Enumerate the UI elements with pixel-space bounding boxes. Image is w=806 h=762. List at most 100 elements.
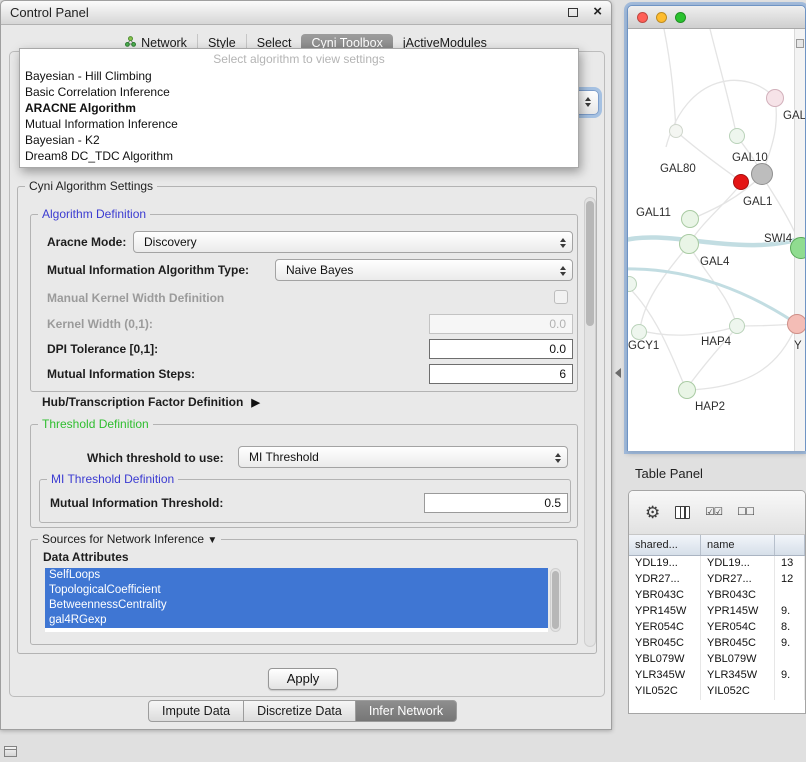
table-cell[interactable]: YER054C [629,620,701,636]
which-threshold-select[interactable]: MI Threshold [238,446,568,468]
attribute-item-topologicalcoefficient[interactable]: TopologicalCoefficient [45,583,548,598]
panel-corner-icon[interactable] [4,746,17,757]
kernel-width-field[interactable] [429,314,573,334]
network-node[interactable] [631,324,647,340]
table-cell[interactable]: 12 [775,572,805,588]
network-node[interactable] [790,237,805,259]
table-cell[interactable]: 9. [775,668,805,684]
table-row[interactable]: YBR045CYBR045C9. [629,636,805,652]
bottom-tab-impute-data[interactable]: Impute Data [148,700,244,722]
table-cell[interactable]: YBL079W [701,652,775,668]
table-cell[interactable]: YBL079W [629,652,701,668]
algorithm-option-basic-correlation-inference[interactable]: Basic Correlation Inference [20,84,578,100]
table-cell[interactable]: 8. [775,620,805,636]
table-cell[interactable] [775,588,805,604]
column-header-extra[interactable] [775,535,805,555]
table-cell[interactable]: YLR345W [629,668,701,684]
gear-icon[interactable]: ⚙ [645,504,660,521]
table-cell[interactable]: YDR27... [629,572,701,588]
table-row[interactable]: YBL079WYBL079W [629,652,805,668]
settings-scrollbar[interactable] [584,197,596,647]
table-cell[interactable]: YIL052C [701,684,775,700]
table-cell[interactable]: YPR145W [701,604,775,620]
network-node[interactable] [766,89,784,107]
attribute-item-betweennesscentrality[interactable]: BetweennessCentrality [45,598,548,613]
table-cell[interactable]: YPR145W [629,604,701,620]
deselect-all-columns-icon[interactable]: ☐☐ [737,507,754,518]
bottom-tab-discretize-data[interactable]: Discretize Data [243,700,356,722]
algorithm-option-aracne-algorithm[interactable]: ARACNE Algorithm [20,100,578,116]
hub-definition-toggle[interactable]: Hub/Transcription Factor Definition ▶ [42,395,260,409]
mi-threshold-field[interactable] [424,493,568,513]
divider-collapse-icon[interactable] [615,368,621,378]
table-cell[interactable]: 9. [775,604,805,620]
dpi-tolerance-field[interactable] [429,339,573,359]
table-row[interactable]: YIL052CYIL052C [629,684,805,700]
control-panel-titlebar[interactable]: Control Panel × [1,1,611,25]
algorithm-option-mutual-information-inference[interactable]: Mutual Information Inference [20,116,578,132]
attributes-list-scrollbar[interactable] [550,568,561,632]
table-cell[interactable]: YBR045C [701,636,775,652]
node-label-hap4: HAP4 [701,336,731,348]
table-cell[interactable]: YDR27... [701,572,775,588]
sources-group-title[interactable]: Sources for Network Inference ▼ [38,532,221,546]
select-all-columns-icon[interactable]: ☑☑ [705,507,722,518]
table-cell[interactable]: YBR045C [629,636,701,652]
table-cell[interactable]: 9. [775,636,805,652]
close-window-icon[interactable]: × [593,3,602,20]
attribute-item-gal4rgexp[interactable]: gal4RGexp [45,613,548,628]
table-cell[interactable]: YDL19... [701,556,775,572]
network-node[interactable] [679,234,699,254]
minimize-traffic-light-icon[interactable] [656,12,667,23]
column-header-shared[interactable]: shared... [629,535,701,555]
table-cell[interactable]: YBR043C [701,588,775,604]
table-cell[interactable]: YBR043C [629,588,701,604]
mi-type-select[interactable]: Naive Bayes [275,259,573,281]
column-header-name[interactable]: name [701,535,775,555]
node-label-gal10: GAL10 [732,152,768,164]
table-cell[interactable] [775,684,805,700]
network-scrollbar-button[interactable] [796,39,804,48]
float-window-icon[interactable] [568,8,578,17]
algorithm-option-dream8-dc-tdc-algorithm[interactable]: Dream8 DC_TDC Algorithm [20,148,578,164]
table-row[interactable]: YER054CYER054C8. [629,620,805,636]
node-label-gal1: GAL1 [743,196,772,208]
manual-kernel-checkbox[interactable] [554,290,568,304]
table-row[interactable]: YPR145WYPR145W9. [629,604,805,620]
network-view-window: GALGAL80GAL10GAL1GAL11SWI4GAL4GCY1HAP4HA… [627,5,806,451]
table-cell[interactable] [775,652,805,668]
bottom-tab-infer-network[interactable]: Infer Network [355,700,457,722]
table-cell[interactable]: 13 [775,556,805,572]
table-cell[interactable]: YIL052C [629,684,701,700]
columns-icon[interactable] [675,506,690,519]
network-node[interactable] [787,314,805,334]
table-cell[interactable]: YLR345W [701,668,775,684]
network-window-titlebar[interactable] [628,6,805,29]
network-node[interactable] [729,318,745,334]
algorithm-option-bayesian-hill-climbing[interactable]: Bayesian - Hill Climbing [20,68,578,84]
apply-button[interactable]: Apply [268,668,338,690]
algorithm-option-bayesian-k2[interactable]: Bayesian - K2 [20,132,578,148]
table-cell[interactable]: YER054C [701,620,775,636]
data-attributes-list[interactable]: SelfLoopsTopologicalCoefficientBetweenne… [45,568,548,632]
table-row[interactable]: YDL19...YDL19...13 [629,556,805,572]
network-edge [664,29,676,129]
network-node[interactable] [681,210,699,228]
close-traffic-light-icon[interactable] [637,12,648,23]
table-cell[interactable]: YDL19... [629,556,701,572]
attribute-item-selfloops[interactable]: SelfLoops [45,568,548,583]
aracne-mode-select[interactable]: Discovery [133,231,573,253]
zoom-traffic-light-icon[interactable] [675,12,686,23]
table-row[interactable]: YLR345WYLR345W9. [629,668,805,684]
network-node[interactable] [729,128,745,144]
network-node[interactable] [669,124,683,138]
network-node[interactable] [751,163,773,185]
mi-steps-field[interactable] [429,364,573,384]
table-row[interactable]: YDR27...YDR27...12 [629,572,805,588]
table-row[interactable]: YBR043CYBR043C [629,588,805,604]
node-label-gal4: GAL4 [700,256,729,268]
network-node[interactable] [678,381,696,399]
network-node[interactable] [733,174,749,190]
network-canvas[interactable]: GALGAL80GAL10GAL1GAL11SWI4GAL4GCY1HAP4HA… [628,29,805,451]
control-panel-title: Control Panel [10,5,89,20]
